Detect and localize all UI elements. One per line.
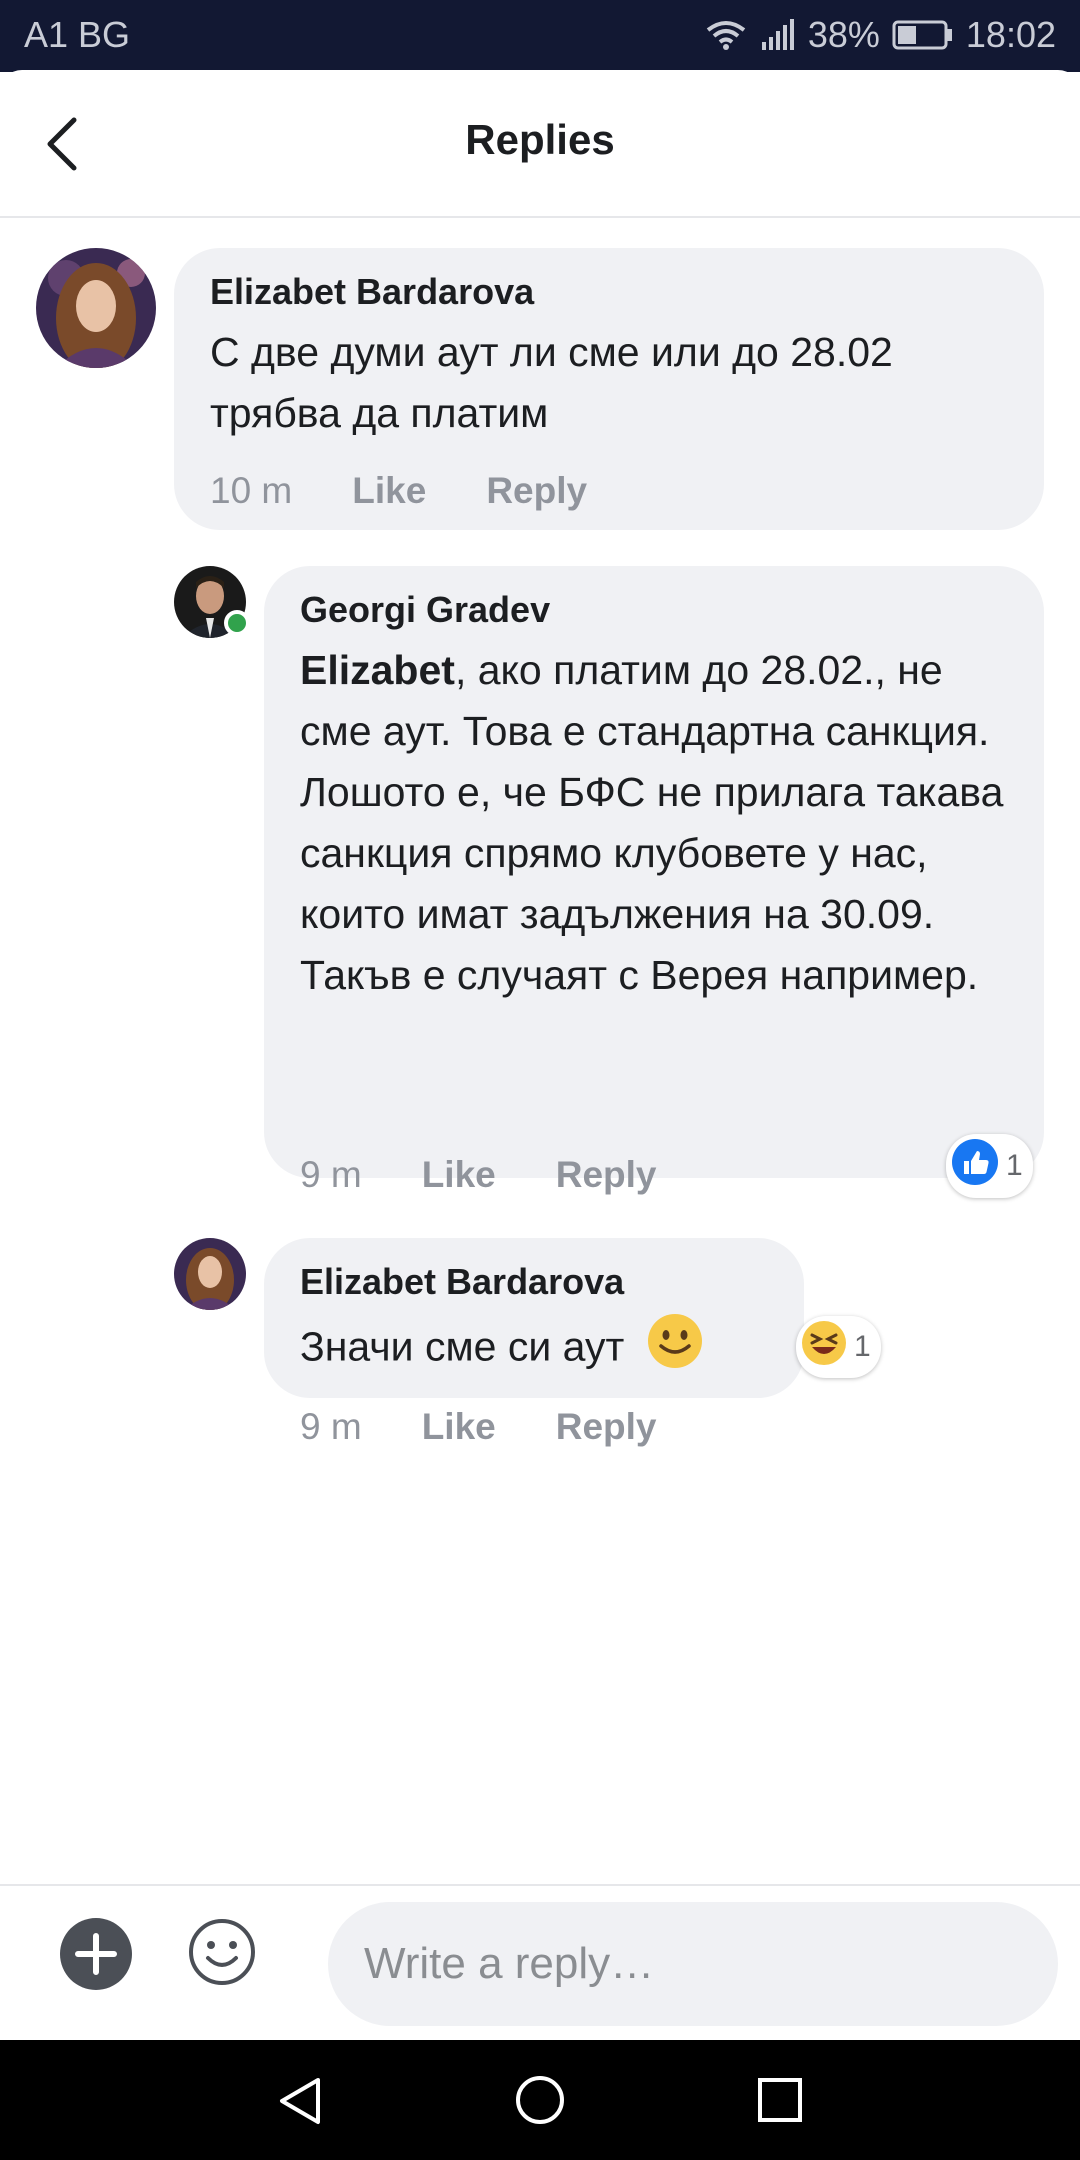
comment-text: Значи сме си аут	[300, 1312, 768, 1387]
comment-author[interactable]: Elizabet Bardarova	[210, 270, 1008, 314]
comment-text: С две думи аут ли сме или до 28.02 трябв…	[210, 329, 893, 436]
smiley-icon[interactable]	[186, 1916, 258, 1988]
reply-button[interactable]: Reply	[556, 1406, 657, 1448]
comment-body: Значи сме си аут	[300, 1323, 625, 1370]
reply-input[interactable]	[328, 1902, 1058, 2026]
carrier-label: A1 BG	[24, 14, 131, 55]
battery-icon	[892, 19, 954, 51]
reaction-badge[interactable]: 1	[796, 1316, 881, 1378]
comment-author[interactable]: Elizabet Bardarova	[300, 1260, 768, 1304]
reaction-count: 1	[854, 1330, 871, 1363]
page-title: Replies	[465, 116, 615, 163]
plus-icon[interactable]	[60, 1918, 132, 1990]
reaction-badge[interactable]: 1	[946, 1134, 1033, 1198]
header: Replies	[0, 70, 1080, 218]
reaction-count: 1	[1006, 1149, 1023, 1182]
reply-composer	[0, 1884, 1080, 2042]
mention-link[interactable]: Elizabet	[300, 647, 455, 693]
like-button[interactable]: Like	[422, 1154, 496, 1196]
reply-button[interactable]: Reply	[486, 470, 587, 512]
home-circle-icon[interactable]	[514, 2074, 566, 2131]
wifi-icon	[704, 18, 748, 52]
comment-actions: 9 m Like Reply	[300, 1406, 657, 1448]
like-button[interactable]: Like	[352, 470, 426, 512]
like-button[interactable]: Like	[422, 1406, 496, 1448]
battery-percent: 38%	[807, 14, 880, 55]
comment-author[interactable]: Georgi Gradev	[300, 588, 1008, 632]
online-indicator	[224, 610, 250, 636]
recents-square-icon[interactable]	[756, 2076, 804, 2129]
comment-body: , ако платим до 28.02., не сме аут. Това…	[300, 647, 1004, 998]
comment-time: 9 m	[300, 1406, 362, 1447]
comment-bubble[interactable]: Elizabet Bardarova Значи сме си аут	[264, 1238, 804, 1398]
thumbs-up-icon	[950, 1137, 1000, 1195]
back-triangle-icon[interactable]	[276, 2076, 326, 2131]
clock: 18:02	[965, 14, 1056, 55]
avatar[interactable]	[36, 248, 156, 368]
comment-bubble[interactable]: Georgi Gradev Elizabet, ако платим до 28…	[264, 566, 1044, 1178]
laughing-face-icon	[800, 1319, 848, 1375]
comment-actions: 10 m Like Reply	[210, 470, 587, 512]
replies-sheet: Replies Elizabet Bardarova С две думи ау…	[0, 70, 1080, 2040]
system-nav-bar	[0, 2040, 1080, 2160]
signal-icon	[760, 18, 796, 52]
comment-actions: 9 m Like Reply	[300, 1154, 657, 1196]
avatar[interactable]	[174, 1238, 246, 1310]
smiley-emoji-icon	[646, 1312, 704, 1387]
reply-button[interactable]: Reply	[556, 1154, 657, 1196]
comment-time: 10 m	[210, 470, 293, 511]
comment-text: Elizabet, ако платим до 28.02., не сме а…	[300, 640, 1008, 1006]
comment-time: 9 m	[300, 1154, 362, 1195]
status-bar: A1 BG 38% 18:02	[0, 0, 1080, 72]
status-icons: 38% 18:02	[704, 14, 1056, 56]
